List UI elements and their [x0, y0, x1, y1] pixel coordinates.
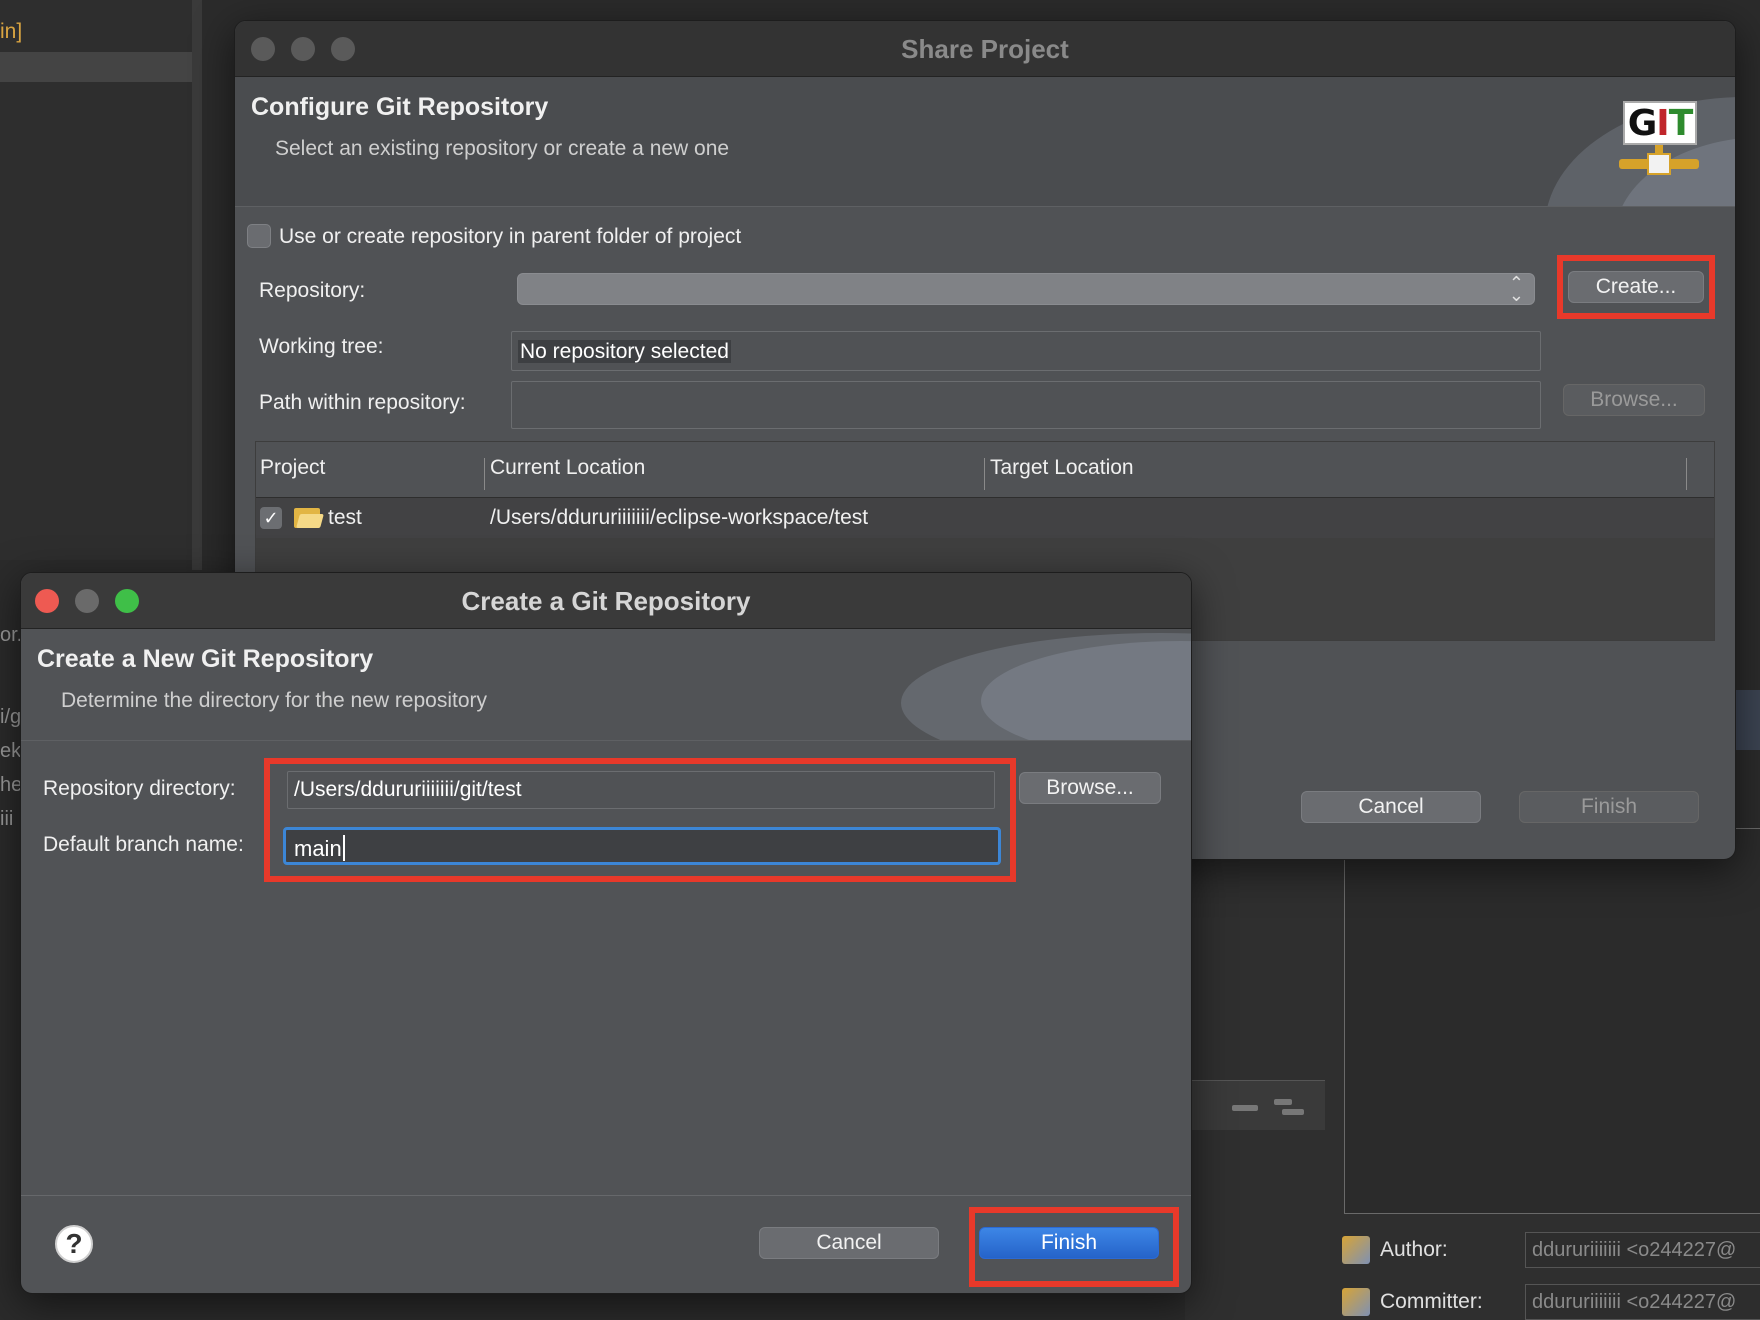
background-toolbar	[1190, 1080, 1325, 1130]
browse-path-button[interactable]: Browse...	[1563, 384, 1705, 416]
page-description: Determine the directory for the new repo…	[61, 689, 488, 712]
select-arrows-icon: ⌃ ⌄	[1508, 273, 1524, 305]
project-checkbox-checked[interactable]: ✓	[260, 507, 282, 529]
fields-highlight	[264, 758, 1016, 882]
table-row[interactable]: ✓ test /Users/ddururiiiiiii/eclipse-work…	[256, 498, 1714, 538]
committer-label: Committer:	[1380, 1290, 1483, 1313]
background-text-fragment: i/g	[0, 706, 22, 728]
parent-folder-checkbox-label: Use or create repository in parent folde…	[279, 225, 742, 248]
repository-directory-label: Repository directory:	[43, 777, 236, 800]
background-project-explorer	[0, 0, 192, 560]
table-header: Project Current Location Target Location	[256, 442, 1714, 498]
page-description: Select an existing repository or create …	[275, 137, 730, 160]
default-branch-label: Default branch name:	[43, 833, 244, 856]
wizard-header: Create a New Git Repository Determine th…	[21, 629, 1191, 741]
footer-divider	[21, 1195, 1191, 1196]
column-header-target-location[interactable]: Target Location	[990, 456, 1134, 480]
browse-directory-button[interactable]: Browse...	[1019, 772, 1161, 804]
background-selected-row	[0, 52, 192, 82]
repository-label: Repository:	[259, 279, 366, 302]
window-title: Create a Git Repository	[461, 586, 751, 616]
author-label: Author:	[1380, 1238, 1448, 1261]
help-icon[interactable]: ?	[55, 1225, 93, 1263]
background-scrollbar	[192, 0, 202, 570]
page-title: Configure Git Repository	[251, 93, 549, 121]
background-text-fragment: iii	[0, 808, 14, 830]
column-header-project[interactable]: Project	[260, 456, 325, 480]
working-tree-value: No repository selected	[518, 340, 731, 363]
column-header-current-location[interactable]: Current Location	[490, 456, 645, 480]
cancel-button[interactable]: Cancel	[759, 1227, 939, 1259]
project-folder-icon	[294, 506, 324, 528]
working-tree-field: No repository selected	[511, 331, 1541, 371]
background-commit-message-box	[1344, 828, 1760, 1214]
background-text-fragment: he	[0, 774, 23, 796]
cancel-button[interactable]: Cancel	[1301, 791, 1481, 823]
working-tree-label: Working tree:	[259, 335, 384, 358]
share-project-titlebar: Share Project	[235, 21, 1735, 77]
path-within-repository-field[interactable]	[511, 381, 1541, 429]
author-row: Author: ddururiiiiiii <o244227@	[1342, 1232, 1760, 1268]
parent-folder-checkbox[interactable]	[247, 224, 271, 248]
finish-button-highlight	[969, 1207, 1179, 1287]
create-repository-titlebar: Create a Git Repository	[21, 573, 1191, 629]
committer-icon	[1342, 1288, 1370, 1316]
create-button-highlight	[1557, 255, 1715, 319]
create-git-repository-dialog: Create a Git Repository Create a New Git…	[20, 572, 1192, 1294]
committer-row: Committer: ddururiiiiiii <o244227@	[1342, 1284, 1760, 1320]
path-within-repository-label: Path within repository:	[259, 391, 466, 414]
repository-select[interactable]: ⌃ ⌄	[517, 273, 1535, 305]
git-logo: GIT	[1619, 101, 1699, 181]
page-title: Create a New Git Repository	[37, 645, 374, 673]
finish-button[interactable]: Finish	[1519, 791, 1699, 823]
author-icon	[1342, 1236, 1370, 1264]
background-tree-item: in]	[0, 20, 23, 43]
window-title: Share Project	[901, 34, 1069, 64]
author-field[interactable]: ddururiiiiiii <o244227@	[1525, 1232, 1760, 1268]
background-text-fragment: ek	[0, 740, 22, 762]
wizard-header: Configure Git Repository Select an exist…	[235, 77, 1735, 207]
git-logo-text: GIT	[1623, 101, 1697, 145]
project-name: test	[328, 506, 362, 529]
current-location: /Users/ddururiiiiiii/eclipse-workspace/t…	[490, 506, 869, 529]
committer-field[interactable]: ddururiiiiiii <o244227@	[1525, 1284, 1760, 1320]
